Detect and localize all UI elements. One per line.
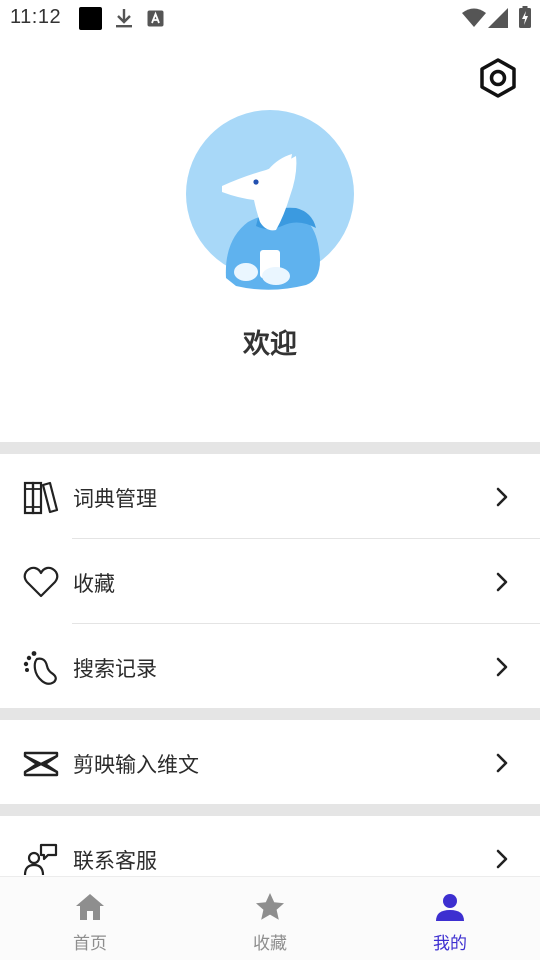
- battery-charging-icon: [519, 6, 531, 28]
- menu-item-label: 剪映输入维文: [73, 753, 199, 777]
- nav-tab-mine[interactable]: 我的: [360, 877, 540, 960]
- menu-item-search-history[interactable]: 搜索记录: [0, 625, 540, 709]
- menu-item-label: 收藏: [73, 572, 115, 596]
- nav-label: 收藏: [253, 934, 287, 954]
- person-icon: [436, 894, 464, 921]
- menu-item-label: 搜索记录: [73, 657, 157, 681]
- status-bar: 11:12: [0, 0, 540, 38]
- section-separator: [0, 804, 540, 816]
- wifi-icon: [462, 8, 486, 27]
- chevron-right-icon: [496, 753, 508, 773]
- footprint-icon: [23, 651, 57, 685]
- chevron-right-icon: [496, 572, 508, 592]
- capcut-icon: [23, 751, 59, 777]
- menu-item-favorites[interactable]: 收藏: [0, 540, 540, 624]
- customer-service-icon: [23, 843, 58, 876]
- nav-tab-home[interactable]: 首页: [0, 877, 180, 960]
- notification-square-icon: [79, 7, 102, 30]
- menu-item-label: 联系客服: [73, 849, 157, 873]
- section-separator: [0, 442, 540, 454]
- settings-button[interactable]: [476, 56, 520, 100]
- welcome-text: 欢迎: [243, 329, 297, 360]
- settings-hexagon-icon: [480, 58, 516, 98]
- menu-item-label: 词典管理: [73, 487, 157, 511]
- bottom-navigation: 首页 收藏 我的: [0, 876, 540, 960]
- star-icon: [256, 893, 284, 920]
- nav-label: 我的: [433, 934, 467, 954]
- nav-tab-favorites[interactable]: 收藏: [180, 877, 360, 960]
- books-icon: [23, 481, 59, 515]
- cell-signal-icon: [488, 8, 508, 28]
- chevron-right-icon: [496, 849, 508, 869]
- menu-item-dictionary-management[interactable]: 词典管理: [0, 455, 540, 539]
- section-separator: [0, 708, 540, 720]
- download-icon: [116, 9, 132, 28]
- chevron-right-icon: [496, 487, 508, 507]
- a-letter-icon: [147, 10, 164, 27]
- avatar[interactable]: [186, 110, 355, 290]
- menu-item-capcut-uyghur-input[interactable]: 剪映输入维文: [0, 721, 540, 805]
- chevron-right-icon: [496, 657, 508, 677]
- home-icon: [76, 894, 104, 920]
- status-time: 11:12: [10, 6, 62, 28]
- heart-outline-icon: [23, 566, 59, 598]
- nav-label: 首页: [73, 934, 107, 954]
